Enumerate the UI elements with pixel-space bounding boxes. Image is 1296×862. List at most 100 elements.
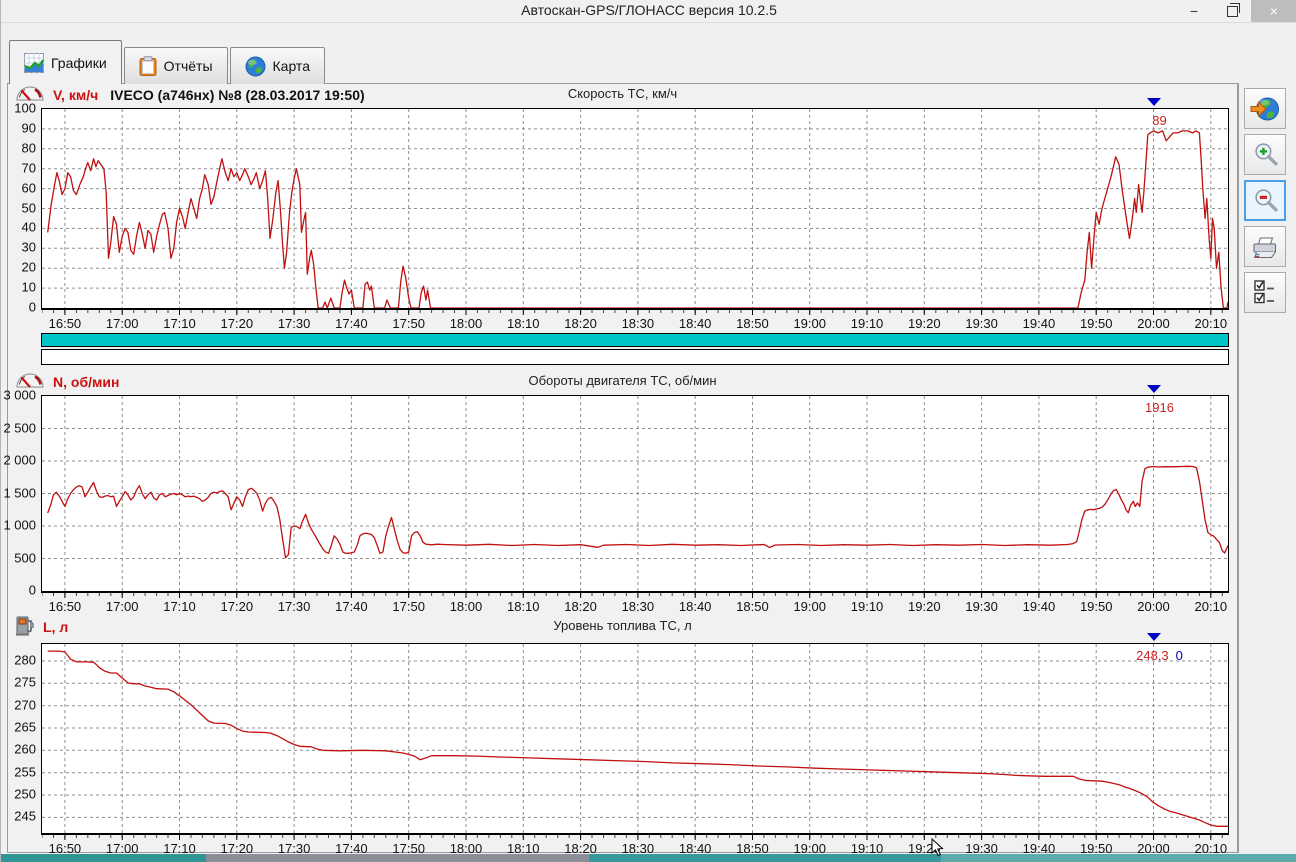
side-toolbar: [1244, 88, 1290, 318]
y-tick-label: 100: [2, 101, 36, 116]
x-tick-label: 17:50: [386, 316, 432, 331]
y-tick-label: 2 500: [2, 420, 36, 435]
y-tick-label: 2 000: [2, 453, 36, 468]
marker-value: 89: [1152, 113, 1166, 128]
x-tick-label: 17:50: [386, 599, 432, 614]
y-tick-label: 245: [2, 809, 36, 824]
x-tick-label: 18:20: [558, 599, 604, 614]
y-tick-label: 270: [2, 697, 36, 712]
x-tick-label: 20:10: [1188, 316, 1234, 331]
map-icon: [245, 56, 266, 77]
close-button[interactable]: ×: [1251, 0, 1296, 22]
x-tick-label: 18:10: [500, 316, 546, 331]
tab-graphs[interactable]: Графики: [9, 40, 122, 84]
y-tick-label: 500: [2, 550, 36, 565]
marker-value: 248,3: [1136, 648, 1169, 663]
x-tick-label: 18:00: [443, 316, 489, 331]
x-tick-label: 17:30: [271, 599, 317, 614]
window-controls: − ×: [1175, 0, 1296, 22]
report-settings-button[interactable]: [1244, 272, 1286, 313]
x-tick-label: 18:40: [672, 316, 718, 331]
y-tick-label: 260: [2, 742, 36, 757]
y-tick-label: 30: [2, 240, 36, 255]
globe-arrow-icon: [1249, 94, 1281, 124]
x-tick-label: 19:10: [844, 599, 890, 614]
x-tick-label: 19:50: [1073, 316, 1119, 331]
time-marker-icon[interactable]: [1147, 633, 1161, 641]
marker-value-label: 1916: [1145, 400, 1174, 415]
x-tick-label: 18:40: [672, 599, 718, 614]
y-tick-label: 275: [2, 675, 36, 690]
x-tick-label: 18:50: [729, 316, 775, 331]
x-tick-label: 17:40: [328, 316, 374, 331]
tab-map[interactable]: Карта: [230, 47, 325, 84]
x-tick-label: 18:20: [558, 316, 604, 331]
x-tick-label: 17:20: [214, 599, 260, 614]
report-icon: [139, 56, 157, 77]
checklist-icon: [1252, 278, 1278, 307]
y-tick-label: 3 000: [2, 388, 36, 403]
x-tick-label: 19:30: [959, 599, 1005, 614]
x-tick-label: 17:40: [328, 599, 374, 614]
marker-value: 1916: [1145, 400, 1174, 415]
marker-value-label: 248,30: [1136, 648, 1183, 663]
window-title: Автоскан-GPS/ГЛОНАСС версия 10.2.5: [1, 2, 1296, 18]
y-tick-label: 0: [2, 583, 36, 598]
fuel-plot[interactable]: [41, 643, 1229, 835]
y-tick-label: 40: [2, 220, 36, 235]
x-tick-label: 17:10: [157, 599, 203, 614]
x-tick-label: 19:10: [844, 316, 890, 331]
y-tick-label: 60: [2, 180, 36, 195]
restore-button[interactable]: [1213, 0, 1251, 22]
zoom-out-button[interactable]: [1244, 180, 1286, 221]
time-marker-icon[interactable]: [1147, 385, 1161, 393]
x-tick-label: 19:00: [787, 599, 833, 614]
tab-label: Отчёты: [164, 58, 213, 74]
x-tick-label: 19:00: [787, 316, 833, 331]
restore-icon: [1227, 6, 1238, 17]
rpm-chart-title: Обороты двигателя ТС, об/мин: [7, 373, 1238, 388]
status-strip-ignition: [41, 333, 1229, 347]
x-tick-label: 20:00: [1131, 316, 1177, 331]
rpm-plot[interactable]: [41, 395, 1229, 593]
x-tick-label: 16:50: [42, 316, 88, 331]
x-tick-label: 18:30: [615, 599, 661, 614]
x-tick-label: 19:50: [1073, 599, 1119, 614]
app-window: Автоскан-GPS/ГЛОНАСС версия 10.2.5 − × Г…: [0, 0, 1296, 862]
zoom-in-button[interactable]: [1244, 134, 1286, 175]
taskbar-strip: [1, 854, 1296, 862]
y-tick-label: 265: [2, 720, 36, 735]
y-tick-label: 280: [2, 652, 36, 667]
zoom-in-icon: [1252, 141, 1279, 168]
marker-secondary-value: 0: [1176, 648, 1183, 663]
print-button[interactable]: [1244, 226, 1286, 267]
x-tick-label: 19:20: [901, 316, 947, 331]
y-tick-label: 50: [2, 200, 36, 215]
y-tick-label: 90: [2, 120, 36, 135]
y-tick-label: 20: [2, 260, 36, 275]
titlebar: Автоскан-GPS/ГЛОНАСС версия 10.2.5 − ×: [1, 0, 1296, 23]
tab-label: Карта: [273, 58, 310, 74]
speed-plot[interactable]: [41, 108, 1229, 310]
time-marker-icon[interactable]: [1147, 98, 1161, 106]
y-tick-label: 80: [2, 140, 36, 155]
show-on-map-button[interactable]: [1244, 88, 1286, 129]
tab-reports[interactable]: Отчёты: [124, 47, 228, 84]
x-tick-label: 17:30: [271, 316, 317, 331]
y-tick-label: 250: [2, 787, 36, 802]
x-tick-label: 18:00: [443, 599, 489, 614]
x-tick-label: 17:10: [157, 316, 203, 331]
x-tick-label: 19:30: [959, 316, 1005, 331]
minimize-button[interactable]: −: [1175, 0, 1213, 22]
x-tick-label: 17:00: [99, 316, 145, 331]
mouse-cursor: [931, 838, 944, 862]
tab-label: Графики: [51, 55, 107, 71]
marker-value-label: 89: [1152, 113, 1166, 128]
y-tick-label: 1 500: [2, 485, 36, 500]
fuel-chart-title: Уровень топлива ТС, л: [7, 618, 1238, 633]
tab-strip: Графики Отчёты Карта: [9, 40, 327, 84]
toolbar-separator: [1238, 83, 1239, 853]
x-tick-label: 19:40: [1016, 316, 1062, 331]
x-tick-label: 18:50: [729, 599, 775, 614]
x-tick-label: 20:10: [1188, 599, 1234, 614]
